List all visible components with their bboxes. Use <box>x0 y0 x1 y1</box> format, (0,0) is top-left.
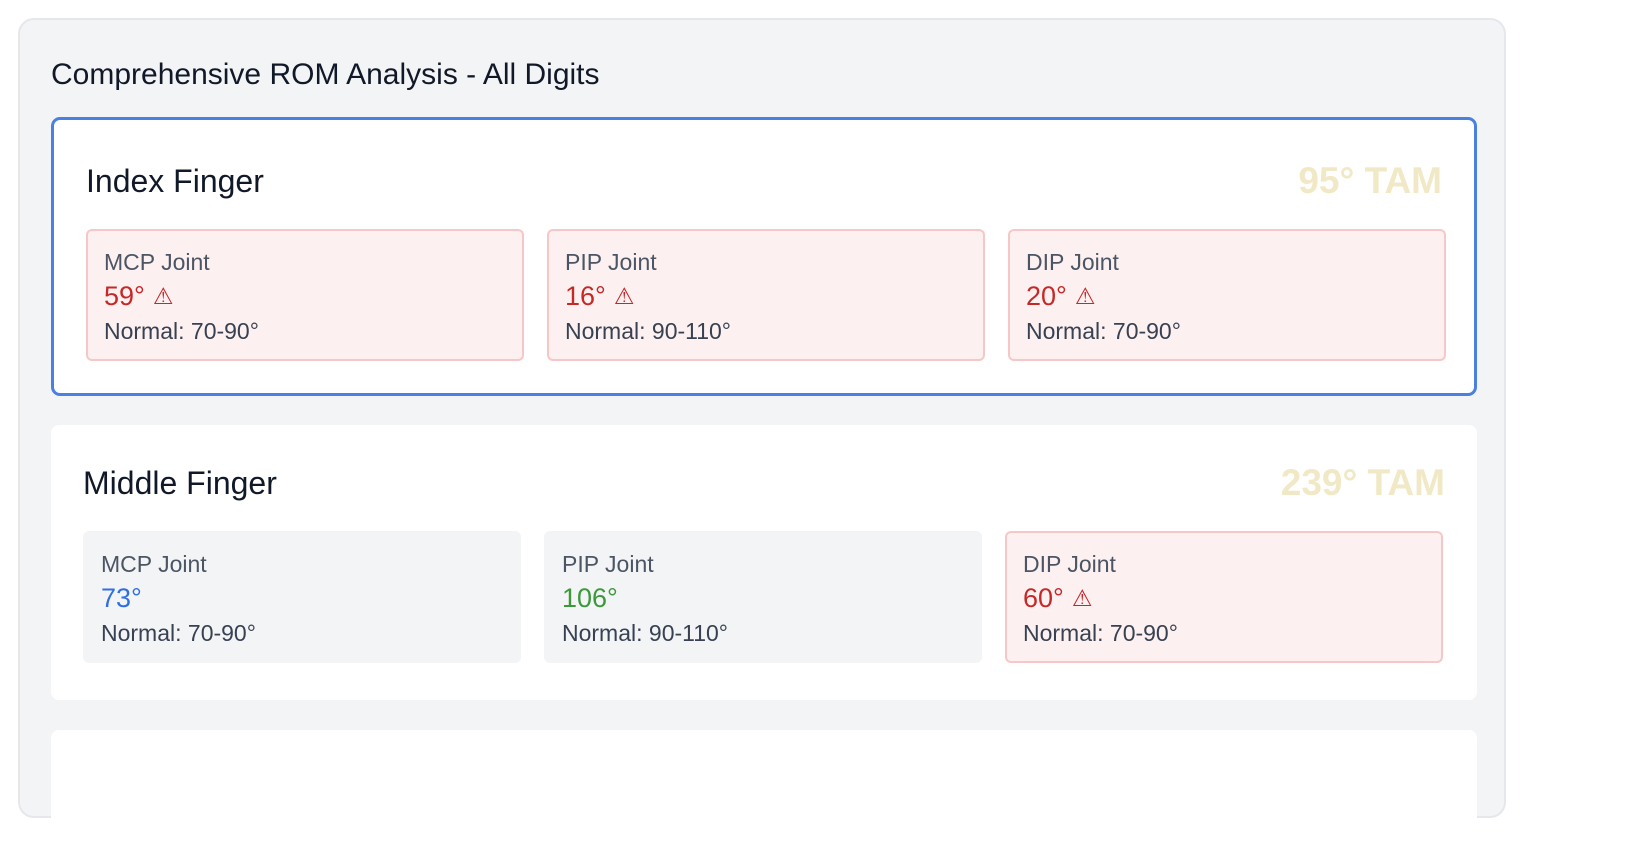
joint-value: 73° <box>101 583 142 613</box>
warning-icon: ⚠ <box>1074 283 1096 309</box>
finger-card-index[interactable]: Index Finger 95° TAM MCP Joint 59° ⚠ Nor… <box>51 117 1477 396</box>
joint-box-mcp: MCP Joint 73° Normal: 70-90° <box>83 531 521 663</box>
joint-normal-range: Normal: 90-110° <box>562 620 729 646</box>
joint-name: DIP Joint <box>1023 551 1116 577</box>
joint-normal-range: Normal: 90-110° <box>565 318 732 344</box>
joint-name: PIP Joint <box>562 551 654 577</box>
joint-box-mcp: MCP Joint 59° ⚠ Normal: 70-90° <box>86 229 524 361</box>
finger-card-next[interactable] <box>51 730 1477 850</box>
joint-value: 60° <box>1023 583 1064 613</box>
joint-normal-range: Normal: 70-90° <box>1026 318 1181 344</box>
joint-normal-range: Normal: 70-90° <box>101 620 256 646</box>
warning-icon: ⚠ <box>152 283 174 309</box>
rom-analysis-panel: Comprehensive ROM Analysis - All Digits … <box>18 18 1506 850</box>
joint-name: DIP Joint <box>1026 249 1119 275</box>
joint-name: MCP Joint <box>104 249 210 275</box>
joint-box-dip: DIP Joint 60° ⚠ Normal: 70-90° <box>1005 531 1443 663</box>
joint-normal-range: Normal: 70-90° <box>1023 620 1178 646</box>
warning-icon: ⚠ <box>1071 585 1093 611</box>
joint-normal-range: Normal: 70-90° <box>104 318 259 344</box>
joint-value: 16° <box>565 281 606 311</box>
joint-value: 106° <box>562 583 618 613</box>
finger-card-middle[interactable]: Middle Finger 239° TAM MCP Joint 73° Nor… <box>51 425 1477 700</box>
joint-value: 20° <box>1026 281 1067 311</box>
joint-box-dip: DIP Joint 20° ⚠ Normal: 70-90° <box>1008 229 1446 361</box>
joint-name: MCP Joint <box>101 551 207 577</box>
finger-name: Middle Finger <box>83 465 277 501</box>
joint-box-pip: PIP Joint 16° ⚠ Normal: 90-110° <box>547 229 985 361</box>
panel-title: Comprehensive ROM Analysis - All Digits <box>51 58 600 91</box>
tam-value: 239° TAM <box>1280 462 1445 503</box>
finger-name: Index Finger <box>86 163 264 199</box>
joint-value: 59° <box>104 281 145 311</box>
joint-box-pip: PIP Joint 106° Normal: 90-110° <box>544 531 982 663</box>
warning-icon: ⚠ <box>613 283 635 309</box>
joint-name: PIP Joint <box>565 249 657 275</box>
tam-value: 95° TAM <box>1298 160 1442 201</box>
